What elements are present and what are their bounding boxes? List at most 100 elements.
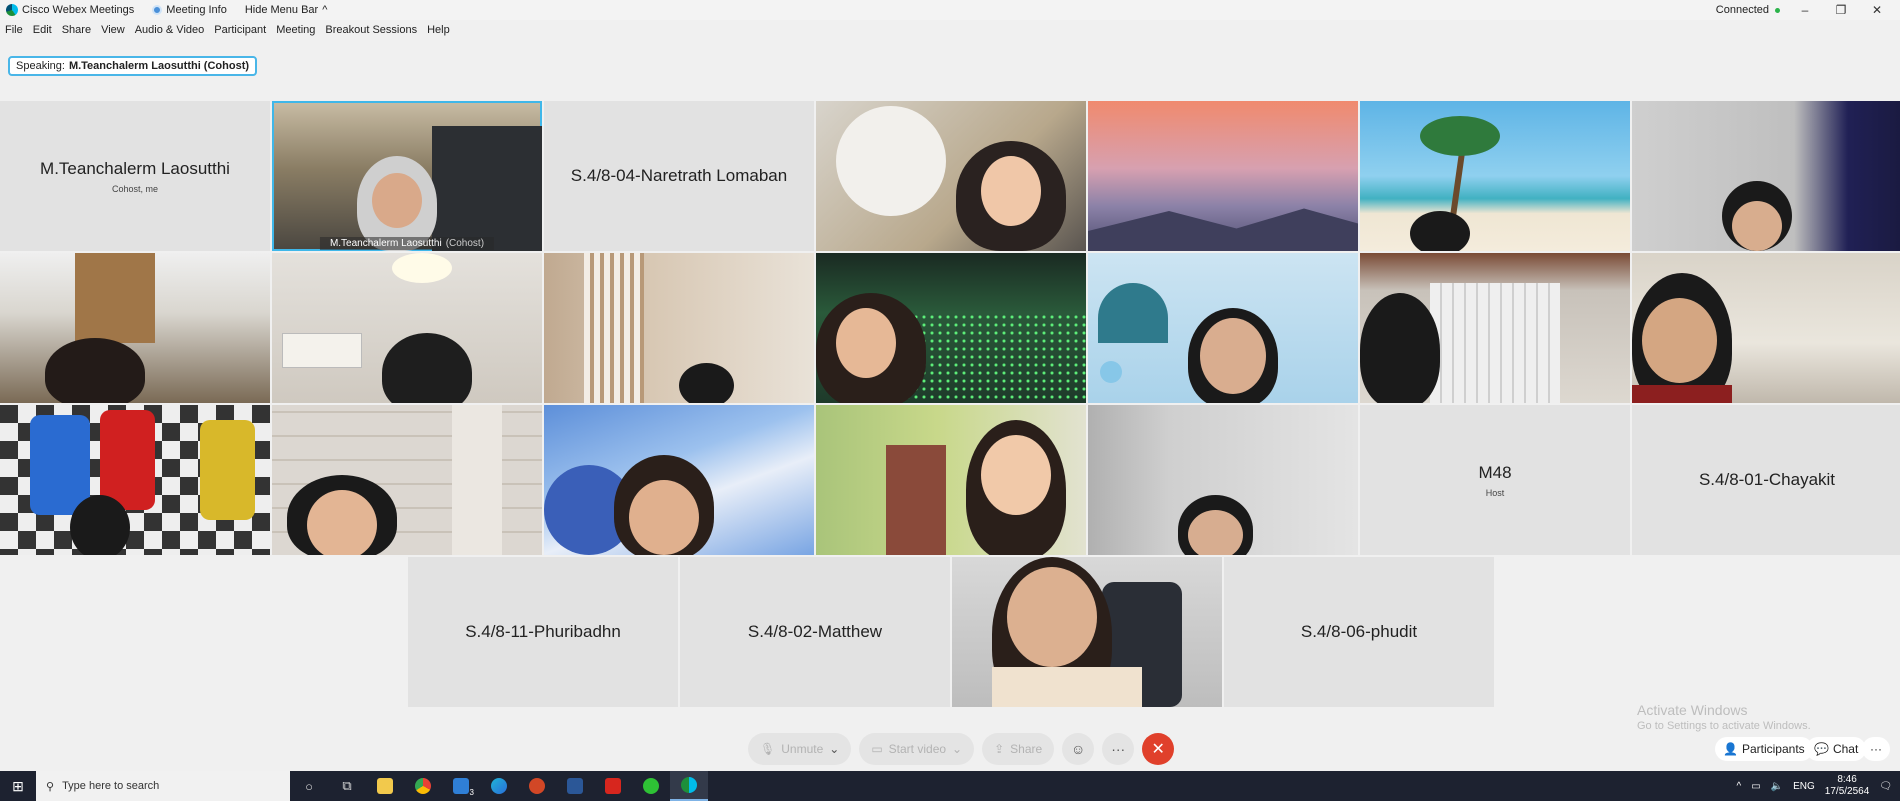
unmute-button[interactable]: 🎙 Unmute ⌄	[748, 733, 852, 765]
participant-video-tile[interactable]	[272, 253, 542, 403]
meeting-controls: 🎙 Unmute ⌄ ▭ Start video ⌄ ⇪ Share ☺ ···…	[748, 733, 1175, 765]
palm-leaves	[1420, 116, 1500, 156]
ranger-figure-red	[100, 410, 155, 510]
more-options-button[interactable]: ···	[1102, 733, 1135, 765]
menu-audio-video[interactable]: Audio & Video	[135, 24, 205, 42]
participant-video-tile[interactable]	[544, 405, 814, 555]
volume-icon[interactable]: 🔈	[1771, 781, 1783, 792]
leave-meeting-button[interactable]: ✕	[1142, 733, 1175, 765]
mail-icon[interactable]: 3	[442, 771, 480, 801]
participant-tile[interactable]: M48 Host	[1360, 405, 1630, 555]
search-icon: ⚲	[46, 780, 55, 793]
menu-share[interactable]: Share	[62, 24, 91, 42]
hide-menu-bar-button[interactable]: Hide Menu Bar ^	[239, 4, 334, 16]
participant-head	[1410, 211, 1470, 251]
language-indicator[interactable]: ENG	[1793, 781, 1815, 792]
chrome-icon[interactable]	[404, 771, 442, 801]
participant-face	[1007, 567, 1097, 667]
start-video-button[interactable]: ▭ Start video ⌄	[859, 733, 975, 765]
chevron-down-icon[interactable]: ⌄	[952, 742, 962, 756]
windows-start-icon[interactable]: ⊞	[0, 771, 36, 801]
more-icon: ···	[1111, 741, 1126, 757]
task-view-icon[interactable]: ⧉	[328, 771, 366, 801]
taskbar-search[interactable]: ⚲ Type here to search	[36, 771, 290, 801]
chevron-up-icon: ^	[322, 4, 328, 16]
participant-tile[interactable]: S.4/8-11-Phuribadhn	[408, 557, 678, 707]
powerpoint-icon[interactable]	[518, 771, 556, 801]
air-conditioner	[282, 333, 362, 368]
menu-help[interactable]: Help	[427, 24, 450, 42]
participant-head	[70, 495, 130, 555]
close-icon[interactable]: ✕	[1866, 3, 1888, 17]
chevron-down-icon[interactable]: ⌄	[829, 742, 839, 756]
menu-view[interactable]: View	[101, 24, 125, 42]
word-icon[interactable]	[556, 771, 594, 801]
participant-face	[307, 490, 377, 555]
participant-tile[interactable]: S.4/8-01-Chayakit	[1632, 405, 1900, 555]
reactions-button[interactable]: ☺	[1062, 733, 1095, 765]
chat-button[interactable]: 💬 Chat	[1806, 737, 1867, 761]
share-button[interactable]: ⇪ Share	[982, 733, 1055, 765]
participant-face	[1188, 510, 1243, 555]
participant-tile[interactable]: S.4/8-06-phudit	[1224, 557, 1494, 707]
cortana-icon[interactable]: ○	[290, 771, 328, 801]
participant-face	[1200, 318, 1266, 394]
line-app-icon[interactable]	[632, 771, 670, 801]
participant-shirt	[992, 667, 1142, 707]
webex-taskbar-icon[interactable]	[670, 771, 708, 801]
participant-video-tile[interactable]	[1632, 253, 1900, 403]
file-explorer-icon[interactable]	[366, 771, 404, 801]
notification-icon[interactable]: 🗨	[1879, 781, 1892, 792]
participant-face	[629, 480, 699, 555]
edge-icon[interactable]	[480, 771, 518, 801]
minimize-icon[interactable]: –	[1794, 3, 1816, 17]
participant-tile[interactable]: S.4/8-04-Naretrath Lomaban	[544, 101, 814, 251]
menu-meeting[interactable]: Meeting	[276, 24, 315, 42]
participant-video-tile[interactable]	[1360, 253, 1630, 403]
dog-image	[836, 106, 946, 216]
speaking-indicator: Speaking: M.Teanchalerm Laosutthi (Cohos…	[8, 56, 258, 76]
participant-video-tile[interactable]	[816, 405, 1086, 555]
participant-video-tile[interactable]	[0, 405, 270, 555]
participant-video-tile[interactable]	[1088, 101, 1358, 251]
taskbar-clock[interactable]: 8:46 17/5/2564	[1825, 774, 1870, 798]
participant-face	[836, 308, 896, 378]
meeting-info-button[interactable]: Meeting Info	[146, 4, 233, 16]
participant-video-tile[interactable]: M.Teanchalerm Laosutthi (Cohost)	[272, 101, 542, 251]
ranger-figure-blue	[30, 415, 90, 515]
mountain-background	[1088, 208, 1358, 251]
menu-file[interactable]: File	[5, 24, 23, 42]
person-icon: 👤	[1723, 742, 1738, 756]
participants-button[interactable]: 👤 Participants	[1715, 737, 1813, 761]
activate-windows-watermark: Activate Windows Go to Settings to activ…	[1637, 702, 1811, 732]
smiley-icon: ☺	[1071, 741, 1086, 757]
participant-video-tile[interactable]	[952, 557, 1222, 707]
wall-column	[452, 405, 502, 555]
menu-breakout-sessions[interactable]: Breakout Sessions	[325, 24, 417, 42]
participant-video-tile[interactable]	[816, 253, 1086, 403]
panel-more-button[interactable]: ···	[1862, 737, 1890, 761]
participant-video-tile[interactable]	[544, 253, 814, 403]
arch-decor	[1098, 283, 1168, 343]
participant-face	[372, 173, 422, 228]
menu-participant[interactable]: Participant	[214, 24, 266, 42]
ranger-figure-yellow	[200, 420, 255, 520]
acrobat-icon[interactable]	[594, 771, 632, 801]
participant-video-tile[interactable]	[1360, 101, 1630, 251]
menu-edit[interactable]: Edit	[33, 24, 52, 42]
participant-video-tile[interactable]	[816, 101, 1086, 251]
participant-video-tile[interactable]	[272, 405, 542, 555]
network-icon[interactable]: ▭	[1751, 781, 1760, 792]
chevron-up-icon[interactable]: ^	[1737, 781, 1742, 792]
participant-video-tile[interactable]	[1088, 405, 1358, 555]
microphone-icon: 🎙	[760, 742, 776, 756]
participant-tile[interactable]: S.4/8-02-Matthew	[680, 557, 950, 707]
webex-logo-icon	[6, 4, 18, 16]
video-background	[432, 126, 542, 251]
participant-video-tile[interactable]	[1632, 101, 1900, 251]
participant-tile[interactable]: M.Teanchalerm Laosutthi Cohost, me	[0, 101, 270, 251]
participant-person	[45, 338, 145, 403]
participant-video-tile[interactable]	[0, 253, 270, 403]
participant-video-tile[interactable]	[1088, 253, 1358, 403]
restore-icon[interactable]: ❐	[1830, 3, 1852, 17]
